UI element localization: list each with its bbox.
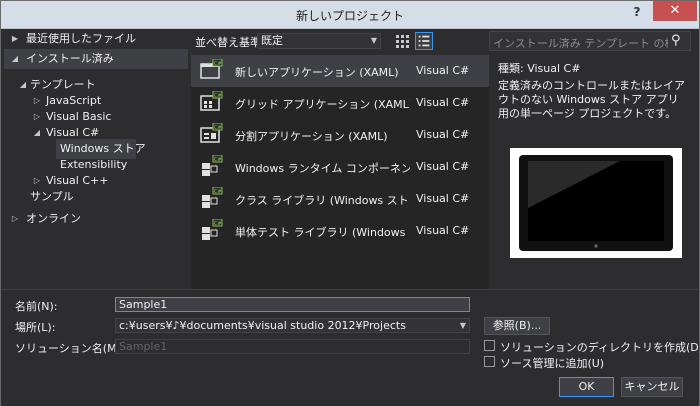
svg-text:C#: C#	[214, 157, 222, 163]
sort-label: 並べ替え基準:	[195, 36, 265, 49]
project-name-input[interactable]: Sample1	[115, 297, 470, 312]
component-icon: C#	[202, 155, 223, 176]
template-preview-image	[510, 148, 682, 258]
tree-item-samples[interactable]: サンプル	[4, 187, 188, 207]
svg-text:C#: C#	[214, 125, 222, 131]
class-library-icon: C#	[202, 187, 223, 208]
list-view-icon[interactable]	[415, 32, 433, 50]
add-to-source-control-checkbox[interactable]: ソース管理に追加(U)	[484, 355, 684, 370]
checkbox-box[interactable]	[484, 356, 495, 367]
solution-name-label: ソリューション名(M):	[15, 342, 125, 355]
help-button[interactable]: ?	[629, 5, 645, 23]
small-icons-view-icon[interactable]	[395, 34, 409, 48]
name-label: 名前(N):	[15, 300, 58, 313]
svg-text:C#: C#	[214, 221, 222, 227]
ok-button[interactable]: OK	[559, 377, 614, 397]
tree-item-installed[interactable]: ◢ インストール済み	[4, 49, 188, 69]
expand-arrow-icon[interactable]: ▶	[10, 29, 20, 49]
close-button[interactable]: ✕	[653, 1, 697, 21]
create-directory-checkbox[interactable]: ソリューションのディレクトリを作成(D)	[484, 339, 700, 354]
browse-button[interactable]: 参照(B)...	[484, 317, 550, 335]
location-label: 場所(L):	[15, 321, 56, 334]
chevron-down-icon: ▼	[370, 36, 377, 45]
collapse-arrow-icon[interactable]: ◢	[10, 49, 20, 69]
chevron-down-icon[interactable]: ▼	[460, 319, 466, 332]
blank-app-icon: C#	[200, 59, 223, 79]
expand-arrow-icon[interactable]: ▷	[10, 209, 20, 229]
checkbox-box[interactable]	[484, 340, 495, 351]
tree-item-recent[interactable]: ▶ 最近使用したファイル	[4, 29, 188, 49]
detail-description: 定義済みのコントロールまたはレイアウトのない Windows ストア アプリ用の…	[498, 79, 685, 120]
grid-app-icon: C#	[200, 91, 223, 111]
cancel-button[interactable]: キャンセル	[621, 377, 683, 397]
svg-text:C#: C#	[214, 189, 222, 195]
detail-type: 種類: Visual C#	[498, 62, 581, 75]
template-item[interactable]: C# クラス ライブラリ (Windows ストア アプリ) Visual C#	[191, 183, 489, 215]
template-tree: ▶ 最近使用したファイル ◢ インストール済み ◢ テンプレート ▷ JavaS…	[4, 29, 188, 289]
project-settings-form: 名前(N): Sample1 場所(L): c:¥users¥♪¥documen…	[1, 289, 700, 406]
unit-test-library-icon: C#	[202, 219, 223, 240]
template-item[interactable]: C# 新しいアプリケーション (XAML) Visual C#	[191, 55, 489, 87]
tree-item-online[interactable]: ▷ オンライン	[4, 209, 188, 229]
svg-text:C#: C#	[214, 61, 222, 67]
template-list: C# 新しいアプリケーション (XAML) Visual C# C# グリッド …	[191, 55, 489, 289]
template-search-input[interactable]: インストール済み テンプレート の検索 (Ctrl ⚲	[489, 31, 691, 51]
search-icon[interactable]: ⚲	[671, 33, 687, 49]
template-item[interactable]: C# 分割アプリケーション (XAML) Visual C#	[191, 119, 489, 151]
location-combo[interactable]: c:¥users¥♪¥documents¥visual studio 2012¥…	[115, 318, 470, 333]
sort-dropdown[interactable]: 既定 ▼	[257, 33, 381, 49]
new-project-dialog: 新しいプロジェクト ? ✕ ▶ 最近使用したファイル ◢ インストール済み ◢ …	[0, 0, 700, 406]
dialog-title: 新しいプロジェクト	[295, 9, 404, 23]
template-item[interactable]: C# Windows ランタイム コンポーネント Visual C#	[191, 151, 489, 183]
solution-name-input[interactable]: Sample1	[115, 339, 470, 354]
title-bar: 新しいプロジェクト ? ✕	[1, 1, 699, 29]
template-item[interactable]: C# 単体テスト ライブラリ (Windows ストア ア… Visual C#	[191, 215, 489, 247]
svg-text:C#: C#	[214, 93, 222, 99]
split-app-icon: C#	[200, 123, 223, 143]
template-item[interactable]: C# グリッド アプリケーション (XAML) Visual C#	[191, 87, 489, 119]
sort-bar: 並べ替え基準: 既定 ▼	[193, 31, 438, 51]
collapse-arrow-icon[interactable]: ◢	[32, 123, 42, 143]
